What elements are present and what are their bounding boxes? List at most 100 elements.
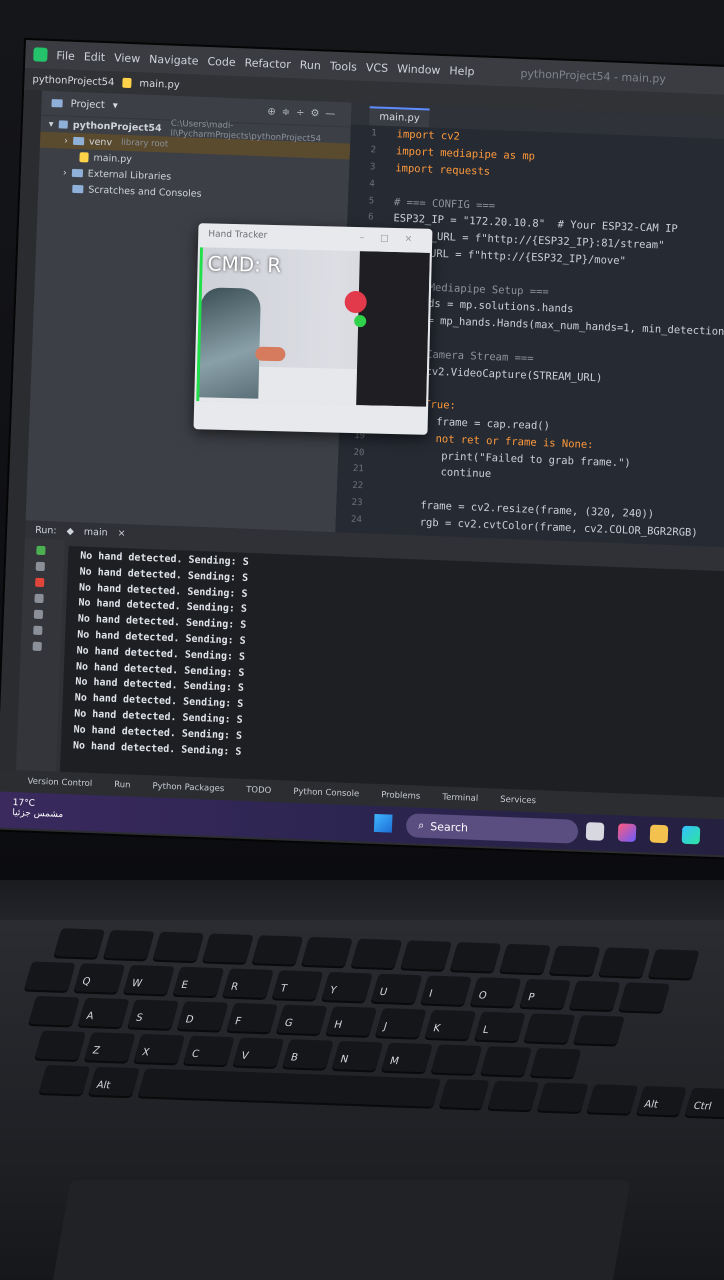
key[interactable]: V	[232, 1037, 285, 1067]
key[interactable]: Q	[73, 963, 126, 993]
key[interactable]: B	[282, 1039, 334, 1069]
key[interactable]: C	[183, 1035, 235, 1066]
tab-main-py[interactable]: main.py	[368, 106, 431, 128]
key[interactable]: U	[370, 973, 423, 1004]
key[interactable]	[499, 943, 551, 974]
menu-item[interactable]: File	[56, 49, 75, 63]
key[interactable]: Alt	[88, 1066, 140, 1097]
key[interactable]: Alt	[635, 1085, 687, 1116]
key[interactable]: P	[519, 978, 572, 1009]
key[interactable]: J	[375, 1008, 427, 1038]
taskbar-search[interactable]: ⌕ Search	[405, 813, 579, 844]
close-icon[interactable]: ×	[117, 527, 125, 538]
key[interactable]	[251, 935, 304, 965]
key[interactable]: Y	[321, 971, 373, 1002]
menu-item[interactable]: Tools	[330, 59, 358, 73]
key[interactable]	[586, 1084, 638, 1114]
key[interactable]	[480, 1046, 532, 1076]
key[interactable]	[648, 949, 700, 979]
wrench-icon[interactable]	[35, 561, 45, 572]
key[interactable]: O	[469, 977, 522, 1007]
key[interactable]	[202, 933, 254, 963]
key[interactable]: S	[127, 999, 179, 1029]
project-panel-title[interactable]: Project	[70, 98, 105, 110]
menu-item[interactable]: Refactor	[244, 56, 291, 71]
key[interactable]: Z	[84, 1032, 136, 1062]
key[interactable]	[618, 982, 671, 1012]
trash-icon[interactable]	[32, 641, 42, 652]
task-view-icon[interactable]	[585, 822, 605, 841]
key[interactable]	[152, 931, 205, 962]
key[interactable]: R	[222, 968, 274, 998]
key[interactable]	[38, 1064, 91, 1095]
menu-item[interactable]: Window	[397, 62, 441, 77]
edge-icon[interactable]	[681, 825, 701, 845]
run-config-tab[interactable]: main	[84, 526, 108, 538]
menu-item[interactable]: View	[114, 51, 141, 65]
key[interactable]	[103, 929, 155, 960]
key[interactable]	[137, 1068, 441, 1107]
menu-item[interactable]: Run	[300, 58, 322, 72]
key[interactable]	[28, 995, 80, 1026]
key[interactable]: T	[271, 970, 324, 1000]
tool-tab[interactable]: Run	[114, 780, 131, 791]
key[interactable]	[34, 1030, 87, 1061]
tool-tab[interactable]: TODO	[246, 785, 271, 796]
key[interactable]	[573, 1015, 625, 1045]
menu-item[interactable]: Edit	[84, 50, 106, 64]
key[interactable]: Ctrl	[684, 1087, 724, 1118]
key[interactable]	[537, 1082, 589, 1113]
key[interactable]: H	[325, 1006, 378, 1036]
menu-item[interactable]: VCS	[366, 61, 389, 75]
key[interactable]	[53, 928, 106, 958]
key[interactable]	[529, 1047, 582, 1078]
breadcrumb-file[interactable]: main.py	[139, 78, 180, 91]
key[interactable]: D	[176, 1001, 229, 1031]
key[interactable]	[487, 1080, 540, 1111]
tool-tab[interactable]: Problems	[381, 790, 421, 801]
key[interactable]: K	[424, 1009, 477, 1040]
pin-icon[interactable]	[33, 609, 44, 620]
key[interactable]: N	[331, 1040, 384, 1071]
key[interactable]: G	[276, 1004, 328, 1035]
key[interactable]: X	[133, 1033, 186, 1064]
tool-tab[interactable]: Services	[500, 795, 536, 806]
copilot-icon[interactable]	[617, 823, 637, 842]
key[interactable]	[301, 936, 353, 967]
tool-tab[interactable]: Python Console	[293, 787, 359, 800]
layout-icon[interactable]	[34, 593, 44, 604]
print-icon[interactable]	[33, 625, 43, 636]
key[interactable]: I	[420, 975, 472, 1005]
key[interactable]: L	[474, 1011, 526, 1042]
key[interactable]	[430, 1044, 483, 1074]
file-explorer-icon[interactable]	[649, 824, 669, 844]
key[interactable]: F	[226, 1002, 279, 1033]
rerun-icon[interactable]	[36, 545, 46, 556]
key[interactable]	[569, 980, 621, 1011]
window-titlebar[interactable]: Hand Tracker –□×	[198, 223, 432, 251]
tool-tab[interactable]: Version Control	[27, 777, 92, 789]
key[interactable]	[548, 945, 601, 976]
menu-item[interactable]: Navigate	[149, 52, 199, 67]
key[interactable]	[438, 1079, 490, 1109]
key[interactable]: A	[77, 997, 130, 1028]
weather-widget[interactable]: 17°C مشمس جزئيا	[12, 798, 64, 820]
key[interactable]: E	[172, 966, 225, 997]
key[interactable]	[24, 961, 76, 991]
dropdown-icon[interactable]: ▾	[113, 100, 118, 111]
tool-tab[interactable]: Python Packages	[152, 781, 224, 794]
window-controls-icons[interactable]: –□×	[360, 233, 433, 245]
key[interactable]	[523, 1013, 576, 1043]
key[interactable]	[350, 938, 403, 969]
panel-tools-icons[interactable]: ⊕≑÷⚙—	[267, 106, 341, 120]
key[interactable]: W	[123, 964, 175, 995]
menu-item[interactable]: Help	[449, 64, 475, 78]
key[interactable]	[400, 940, 452, 970]
windows-start-icon[interactable]	[373, 813, 393, 833]
stop-icon[interactable]	[35, 577, 45, 588]
menu-item[interactable]: Code	[207, 54, 236, 68]
console-output[interactable]: No hand detected. Sending: S No hand dete…	[59, 546, 724, 800]
tool-tab[interactable]: Terminal	[442, 793, 478, 804]
hand-tracker-window[interactable]: Hand Tracker –□× CMD: R	[193, 223, 433, 435]
key[interactable]	[449, 942, 502, 972]
